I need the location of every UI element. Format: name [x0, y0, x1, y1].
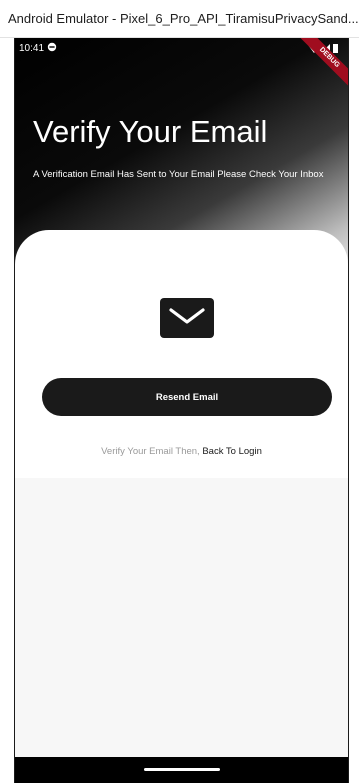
do-not-disturb-icon — [47, 42, 57, 52]
phone-screen: 10:41 DEBUG Verify Your Email A Verifica… — [14, 38, 349, 783]
login-prompt-text: Verify Your Email Then, — [101, 446, 203, 457]
navigation-bar — [15, 757, 348, 783]
emulator-window-title: Android Emulator - Pixel_6_Pro_API_Tiram… — [0, 0, 359, 38]
status-time: 10:41 — [19, 43, 45, 54]
page-subtitle: A Verification Email Has Sent to Your Em… — [33, 169, 324, 180]
status-bar: 10:41 — [15, 38, 348, 60]
home-gesture-handle[interactable] — [144, 768, 220, 771]
back-to-login-link[interactable]: Back To Login — [202, 446, 262, 457]
battery-icon — [333, 44, 338, 53]
back-to-login-row: Verify Your Email Then, Back To Login — [15, 446, 348, 457]
verification-card: Resend Email Verify Your Email Then, Bac… — [15, 230, 348, 478]
resend-email-button[interactable]: Resend Email — [42, 378, 332, 416]
mail-icon — [160, 298, 214, 338]
page-title: Verify Your Email — [33, 114, 268, 149]
